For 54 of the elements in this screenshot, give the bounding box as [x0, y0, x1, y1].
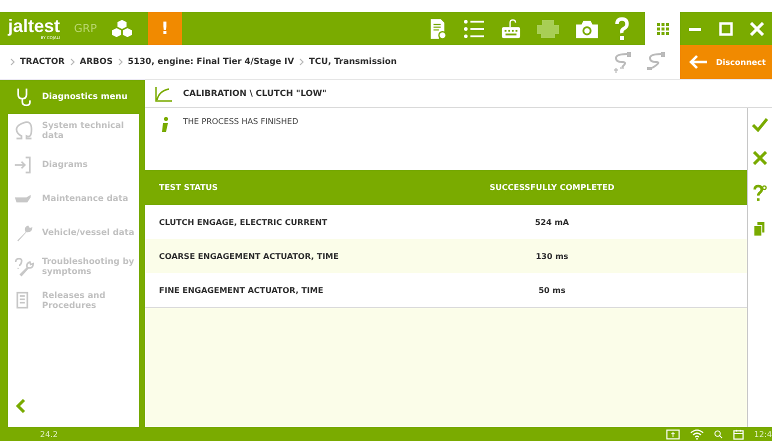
sidebar-item[interactable]: Diagnostics menu — [8, 80, 139, 114]
list-icon[interactable] — [462, 18, 486, 38]
cable-icon[interactable] — [646, 51, 668, 73]
sidebar-item[interactable]: Vehicle/vessel data — [8, 216, 139, 250]
page-title: CALIBRATION \ CLUTCH "LOW" — [183, 88, 327, 98]
battery-icon — [666, 428, 680, 440]
chevron-icon — [299, 58, 304, 66]
chevron-icon — [10, 58, 15, 66]
maximize-icon[interactable] — [718, 22, 733, 36]
wrench-question-icon — [14, 257, 34, 277]
chevron-icon — [70, 58, 75, 66]
alert-button[interactable]: ! — [148, 12, 182, 45]
close-icon[interactable] — [753, 151, 767, 165]
omega-icon — [14, 121, 34, 141]
apps-grid-icon[interactable] — [656, 22, 668, 34]
table-cell-text: 50 ms — [537, 286, 566, 294]
table-cell-text: COARSE ENGAGEMENT ACTUATOR, TIME — [158, 252, 340, 260]
test-cable-icon[interactable] — [612, 51, 634, 73]
sidebar-item[interactable]: Diagrams — [8, 148, 139, 182]
disconnect-button[interactable]: Disconnect — [680, 45, 772, 79]
clock-label: 12:4 — [754, 430, 772, 438]
chevron-left-icon[interactable] — [16, 399, 26, 413]
breadcrumb-item[interactable]: 5130, engine: Final Tier 4/Stage IV — [128, 57, 294, 67]
document-view-icon[interactable] — [429, 18, 447, 40]
sidebar-item[interactable]: Releases and Procedures — [8, 284, 139, 318]
chevron-icon — [118, 58, 123, 66]
breadcrumb-item[interactable]: TCU, Transmission — [309, 57, 397, 67]
keyboard-icon[interactable] — [501, 18, 521, 38]
info-icon — [161, 117, 169, 133]
camera-icon[interactable] — [575, 18, 599, 38]
column-header: TEST STATUS — [158, 183, 219, 192]
table-cell-text: FINE ENGAGEMENT ACTUATOR, TIME — [158, 286, 324, 294]
calendar-icon — [733, 428, 744, 440]
table-cell-text: 524 mA — [534, 218, 570, 226]
documents-icon[interactable] — [753, 221, 767, 237]
product-label: GRP — [74, 22, 97, 35]
help-icon[interactable] — [614, 16, 630, 40]
version-label: 24.2 — [40, 430, 58, 438]
back-arrow-icon — [688, 54, 708, 70]
sidebar-item[interactable]: Maintenance data — [8, 182, 139, 216]
column-header: SUCCESSFULLY COMPLETED — [488, 183, 616, 192]
curve-chart-icon — [155, 86, 173, 102]
search-icon — [714, 430, 724, 438]
sidebar-item[interactable]: System technical data — [8, 114, 139, 148]
breadcrumb-item[interactable]: TRACTOR — [20, 57, 65, 67]
breadcrumb-item[interactable]: ARBOS — [80, 57, 113, 67]
table-cell-text: CLUTCH ENGAGE, ELECTRIC CURRENT — [158, 218, 328, 226]
table-cell-text: 130 ms — [534, 252, 570, 260]
sidebar-item[interactable]: Troubleshooting by symptoms — [8, 250, 139, 284]
status-message: THE PROCESS HAS FINISHED — [183, 117, 298, 126]
wifi-icon — [690, 428, 704, 440]
cubes-icon[interactable] — [110, 18, 133, 38]
help-icon[interactable] — [753, 184, 767, 202]
checkmark-icon[interactable] — [752, 118, 768, 132]
